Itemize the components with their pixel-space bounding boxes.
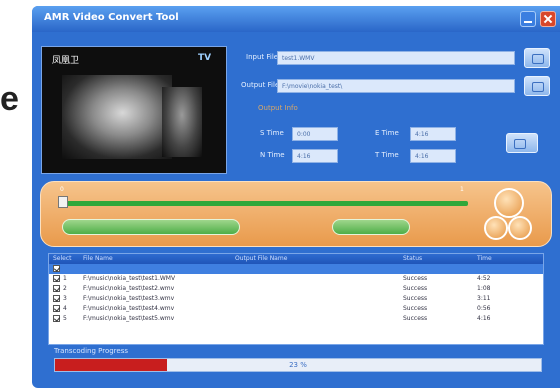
table-row[interactable]: 1 F:\music\nokia_test\test1.WMV Success 4:5… bbox=[49, 274, 543, 284]
row-checkbox[interactable] bbox=[53, 295, 60, 302]
column-header-time[interactable]: Time bbox=[477, 255, 492, 262]
transcoding-progress-bar: 23 % bbox=[54, 358, 542, 372]
minimize-icon[interactable] bbox=[520, 11, 536, 27]
transcoding-progress-percent: 23 % bbox=[289, 361, 307, 369]
browse-input-button[interactable] bbox=[524, 48, 550, 68]
slider-end-label: 1 bbox=[460, 186, 464, 193]
stop-control-icon[interactable] bbox=[484, 216, 508, 240]
row-checkbox[interactable] bbox=[53, 275, 60, 282]
convert-progress-pill-left[interactable] bbox=[62, 219, 240, 235]
position-slider-knob[interactable] bbox=[58, 196, 68, 208]
s-time-field[interactable]: 0:00 bbox=[292, 127, 338, 141]
table-row[interactable] bbox=[49, 264, 543, 274]
settings-control-icon[interactable] bbox=[508, 216, 532, 240]
window-title: AMR Video Convert Tool bbox=[44, 12, 179, 23]
row-checkbox[interactable] bbox=[53, 305, 60, 312]
row-number: 3 bbox=[63, 295, 67, 302]
output-file-field[interactable]: F:\movie\nokia_test\ bbox=[277, 79, 515, 93]
transcoding-progress-label: Transcoding Progress bbox=[54, 347, 128, 355]
slider-start-label: 0 bbox=[60, 186, 64, 193]
video-frame-figure bbox=[62, 75, 172, 159]
close-icon[interactable] bbox=[540, 11, 556, 27]
t-time-label: T Time bbox=[375, 151, 399, 159]
table-row[interactable]: 2 F:\music\nokia_test\test2.wmv Success 1:0… bbox=[49, 284, 543, 294]
output-info-group-label: Output Info bbox=[258, 104, 298, 112]
t-time-field[interactable]: 4:16 bbox=[410, 149, 456, 163]
preview-play-button[interactable] bbox=[506, 133, 538, 153]
row-status: Success bbox=[403, 315, 428, 322]
background-side-text: e bbox=[0, 80, 19, 118]
n-time-label: N Time bbox=[260, 151, 285, 159]
row-time: 0:56 bbox=[477, 305, 491, 312]
row-time: 1:08 bbox=[477, 285, 491, 292]
file-table: Select File Name Output File Name Status… bbox=[48, 253, 544, 345]
row-status: Success bbox=[403, 305, 428, 312]
video-frame-figure-secondary bbox=[162, 87, 202, 157]
column-header-status[interactable]: Status bbox=[403, 255, 422, 262]
row-status: Success bbox=[403, 285, 428, 292]
row-number: 2 bbox=[63, 285, 67, 292]
e-time-field[interactable]: 4:16 bbox=[410, 127, 456, 141]
file-table-header: Select File Name Output File Name Status… bbox=[49, 254, 543, 264]
output-file-label: Output File bbox=[241, 81, 280, 89]
video-preview: 凤凰卫 TV bbox=[41, 46, 227, 174]
table-row[interactable]: 3 F:\music\nokia_test\test3.wmv Success 3:1… bbox=[49, 294, 543, 304]
position-slider-track[interactable] bbox=[60, 201, 468, 206]
conversion-control-panel bbox=[40, 181, 552, 247]
row-file-name: F:\music\nokia_test\test1.WMV bbox=[83, 275, 176, 282]
convert-progress-pill-right[interactable] bbox=[332, 219, 410, 235]
column-header-output-file-name[interactable]: Output File Name bbox=[235, 255, 287, 262]
channel-badge: TV bbox=[198, 53, 212, 63]
row-time: 4:16 bbox=[477, 315, 491, 322]
row-file-name: F:\music\nokia_test\test5.wmv bbox=[83, 315, 175, 322]
column-header-file-name[interactable]: File Name bbox=[83, 255, 113, 262]
n-time-field[interactable]: 4:16 bbox=[292, 149, 338, 163]
row-status: Success bbox=[403, 275, 428, 282]
app-window: AMR Video Convert Tool 凤凰卫 TV Input File… bbox=[32, 6, 560, 388]
row-checkbox[interactable] bbox=[53, 285, 60, 292]
table-row[interactable]: 5 F:\music\nokia_test\test5.wmv Success 4:1… bbox=[49, 314, 543, 324]
row-checkbox[interactable] bbox=[53, 265, 60, 272]
row-number: 5 bbox=[63, 315, 67, 322]
input-file-label: Input File bbox=[246, 53, 279, 61]
column-header-select[interactable]: Select bbox=[53, 255, 72, 262]
channel-logo: 凤凰卫 bbox=[52, 56, 80, 66]
table-row[interactable]: 4 F:\music\nokia_test\test4.wmv Success 0:5… bbox=[49, 304, 543, 314]
row-time: 4:52 bbox=[477, 275, 491, 282]
row-checkbox[interactable] bbox=[53, 315, 60, 322]
row-file-name: F:\music\nokia_test\test2.wmv bbox=[83, 285, 175, 292]
input-file-field[interactable]: test1.WMV bbox=[277, 51, 515, 65]
row-file-name: F:\music\nokia_test\test4.wmv bbox=[83, 305, 175, 312]
title-bar: AMR Video Convert Tool bbox=[32, 6, 560, 32]
s-time-label: S Time bbox=[260, 129, 284, 137]
e-time-label: E Time bbox=[375, 129, 399, 137]
play-control-icon[interactable] bbox=[494, 188, 524, 218]
row-time: 3:11 bbox=[477, 295, 491, 302]
row-file-name: F:\music\nokia_test\test3.wmv bbox=[83, 295, 175, 302]
row-number: 4 bbox=[63, 305, 67, 312]
row-number: 1 bbox=[63, 275, 67, 282]
row-status: Success bbox=[403, 295, 428, 302]
browse-output-button[interactable] bbox=[524, 76, 550, 96]
